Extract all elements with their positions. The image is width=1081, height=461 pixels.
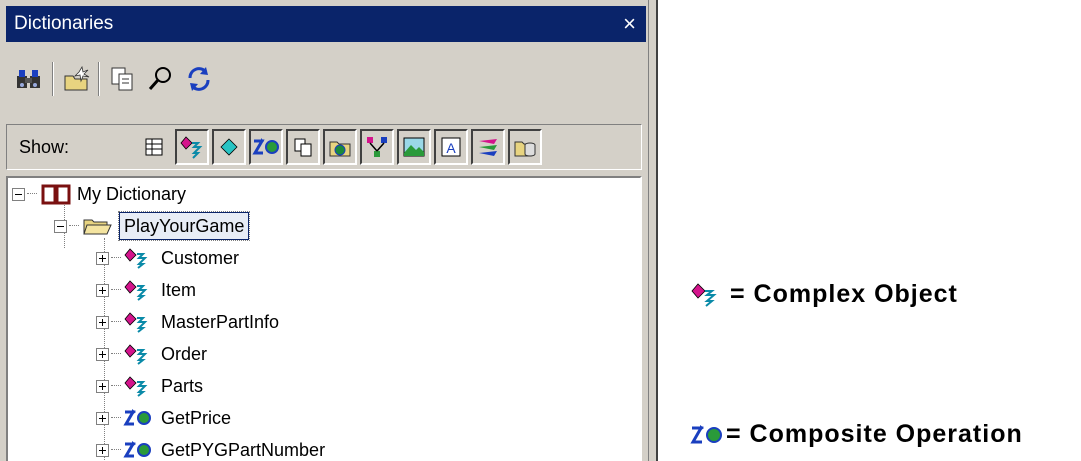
expand-toggle[interactable] — [96, 251, 109, 265]
complex-object-icon — [124, 312, 148, 333]
expand-toggle[interactable] — [96, 315, 109, 329]
complex-object-filter-button[interactable] — [175, 129, 209, 165]
tree-item[interactable]: Order — [96, 340, 207, 368]
tree-node-root[interactable]: My Dictionary — [12, 180, 186, 208]
show-label: Show: — [19, 137, 70, 157]
panel-titlebar: Dictionaries × — [6, 6, 646, 42]
complex-object-icon — [691, 282, 717, 307]
search-icon[interactable] — [146, 64, 176, 94]
tree-node-label: My Dictionary — [77, 183, 187, 204]
collapse-toggle[interactable] — [12, 187, 25, 201]
composite-operation-icon — [123, 441, 151, 458]
diamond-filter-button[interactable] — [212, 129, 246, 165]
legend-composite-operation: = Composite Operation — [690, 420, 1023, 449]
text-filter-button[interactable]: A — [434, 129, 468, 165]
tree-item[interactable]: GetPYGPartNumber — [96, 436, 325, 461]
tree-connector — [111, 257, 121, 259]
tree-connector — [111, 321, 121, 323]
toolbar-separator — [98, 62, 100, 96]
copy-icon[interactable] — [108, 64, 138, 94]
layers-icon — [479, 139, 497, 156]
tree-item[interactable]: Parts — [96, 372, 203, 400]
svg-text:A: A — [446, 140, 456, 156]
dictionaries-panel: Dictionaries × Show: A My Dictionary Pla… — [0, 0, 648, 461]
database-icon — [514, 141, 536, 157]
tree-item-label: GetPrice — [161, 407, 232, 428]
legend-text: = Complex Object — [730, 280, 958, 308]
expand-toggle[interactable] — [96, 411, 109, 425]
tree-node-label: PlayYourGame — [117, 211, 251, 241]
copy-filter-button[interactable] — [286, 129, 320, 165]
expand-toggle[interactable] — [96, 443, 109, 457]
refresh-icon[interactable] — [184, 64, 214, 94]
composite-operation-icon — [252, 138, 279, 155]
panel-title: Dictionaries — [14, 13, 114, 34]
globe-folder-filter-button[interactable] — [323, 129, 357, 165]
show-filter-bar: Show: A — [6, 124, 642, 170]
composite-operation-icon — [123, 409, 151, 426]
toolbar — [6, 60, 636, 100]
table-icon — [145, 138, 163, 156]
book-icon — [41, 184, 71, 205]
tree-connector — [111, 289, 121, 291]
tree-item-label: Customer — [161, 247, 240, 268]
new-folder-icon[interactable] — [62, 64, 92, 94]
complex-object-icon — [124, 376, 148, 397]
find-icon[interactable] — [14, 64, 44, 94]
close-icon[interactable]: × — [623, 6, 636, 42]
image-filter-button[interactable] — [397, 129, 431, 165]
text-icon: A — [441, 137, 461, 157]
tree-connector — [111, 385, 121, 387]
tree-item-label: Order — [161, 343, 208, 364]
tree-connector — [111, 353, 121, 355]
diamond-icon — [220, 138, 238, 156]
complex-object-icon — [124, 248, 148, 269]
tree-item[interactable]: Item — [96, 276, 196, 304]
image-icon — [403, 137, 425, 157]
database-filter-button[interactable] — [508, 129, 542, 165]
tree-item[interactable]: GetPrice — [96, 404, 231, 432]
tree-connector — [111, 417, 121, 419]
panel-border — [648, 0, 658, 461]
tree-item[interactable]: Customer — [96, 244, 239, 272]
complex-object-icon — [180, 136, 203, 159]
table-filter-button[interactable] — [137, 129, 171, 165]
toolbar-separator — [52, 62, 54, 96]
copy-icon — [294, 138, 312, 157]
complex-object-icon — [124, 280, 148, 301]
tree-item[interactable]: MasterPartInfo — [96, 308, 279, 336]
hierarchy-icon — [367, 137, 387, 157]
tree-connector — [111, 449, 121, 451]
tree-item-label: MasterPartInfo — [161, 311, 280, 332]
tree-item-label: Item — [161, 279, 197, 300]
complex-object-icon — [124, 344, 148, 365]
composite-operation-icon — [690, 424, 722, 443]
expand-toggle[interactable] — [96, 347, 109, 361]
composite-operation-filter-button[interactable] — [249, 129, 283, 165]
expand-toggle[interactable] — [96, 283, 109, 297]
tree-item-label: Parts — [161, 375, 204, 396]
hierarchy-filter-button[interactable] — [360, 129, 394, 165]
layers-filter-button[interactable] — [471, 129, 505, 165]
collapse-toggle[interactable] — [54, 219, 67, 233]
legend-complex-object: = Complex Object — [690, 280, 958, 309]
globe-folder-icon — [329, 141, 351, 157]
tree-connector — [27, 193, 37, 195]
tree-item-label: GetPYGPartNumber — [161, 439, 326, 460]
legend-text: = Composite Operation — [726, 420, 1023, 448]
folder-open-icon — [83, 219, 112, 235]
dictionary-tree: My Dictionary PlayYourGame Customer Item… — [6, 176, 642, 461]
tree-node-folder[interactable]: PlayYourGame — [54, 211, 251, 241]
expand-toggle[interactable] — [96, 379, 109, 393]
tree-connector — [69, 225, 79, 227]
